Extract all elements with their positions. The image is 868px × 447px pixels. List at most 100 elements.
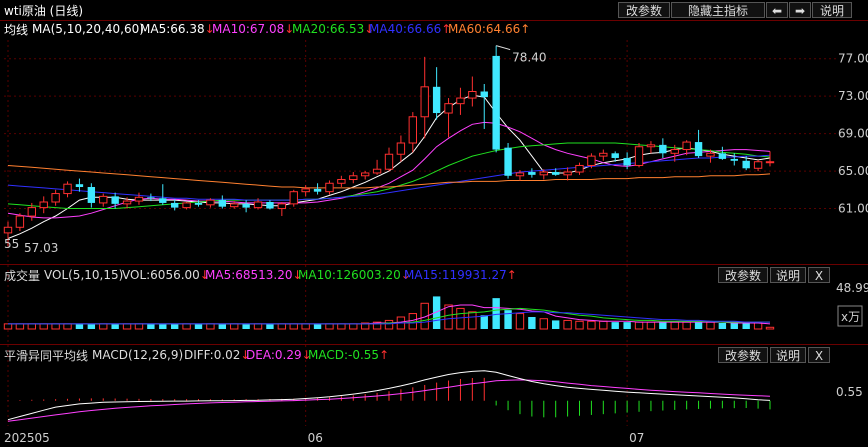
- candle-body: [170, 202, 179, 208]
- volume-bar: [3, 323, 13, 330]
- volume-bar: [277, 323, 287, 330]
- candle-body: [682, 141, 691, 151]
- candle-body: [75, 184, 84, 188]
- candle-body: [742, 160, 750, 169]
- volume-bar: [753, 322, 763, 330]
- candle-body: [206, 199, 215, 206]
- chart-canvas: 61.00 65.00 69.00 73.00 77.00 78.40 57.03 55 48.…: [3, 40, 868, 445]
- volume-bar: [99, 323, 108, 330]
- candle-body: [515, 172, 525, 177]
- volume-bar: [325, 323, 334, 330]
- volume-bar: [730, 322, 738, 329]
- volume-bar: [266, 323, 274, 329]
- candle-body: [456, 97, 465, 105]
- volume-bar: [206, 323, 215, 330]
- candle-body: [396, 142, 406, 155]
- volume-bar: [51, 323, 60, 330]
- volume-bar: [492, 298, 500, 329]
- volume-bar: [670, 321, 679, 330]
- candle-body: [147, 197, 155, 199]
- candle-body: [159, 198, 167, 203]
- candle-body: [432, 86, 441, 114]
- candle-body: [63, 183, 72, 195]
- candle-body: [587, 155, 596, 166]
- volume-bar: [39, 323, 48, 330]
- candle-body: [325, 182, 334, 193]
- candle-body: [694, 142, 703, 157]
- candle-body: [528, 172, 536, 175]
- volume-bar: [111, 323, 119, 329]
- volume-unit: x万: [841, 310, 860, 324]
- volume-bar: [551, 320, 560, 329]
- volume-bar: [765, 326, 775, 330]
- volume-bar: [694, 322, 703, 329]
- volume-bar: [242, 323, 250, 329]
- candle-body: [39, 201, 48, 209]
- candle-body: [111, 196, 119, 204]
- candle-body: [122, 200, 132, 205]
- volume-bar: [218, 323, 227, 329]
- candle-body: [349, 175, 358, 181]
- volume-bar: [349, 323, 358, 330]
- candle-body: [313, 188, 322, 192]
- candle-body: [444, 103, 453, 114]
- candle-body: [3, 226, 13, 234]
- candle-body: [337, 179, 346, 184]
- volume-bar: [515, 313, 525, 330]
- candle-body: [575, 164, 584, 173]
- volume-bar: [587, 320, 596, 330]
- candle-body: [408, 116, 418, 144]
- volume-bar: [480, 315, 488, 329]
- low-label: 57.03: [24, 241, 58, 255]
- volume-bar: [289, 323, 298, 330]
- candle-body: [659, 144, 667, 154]
- volume-bar: [742, 322, 750, 329]
- macd-axis-label: 0.55: [836, 385, 863, 399]
- x-tick-label: 07: [629, 431, 644, 445]
- candle-body: [253, 201, 263, 209]
- volume-bar: [15, 323, 25, 330]
- candle-body: [706, 152, 715, 157]
- candle-body: [563, 171, 572, 176]
- candle-body: [301, 188, 310, 193]
- candle-body: [277, 203, 287, 210]
- candle-body: [718, 153, 727, 159]
- y-tick-label: 69.00: [838, 127, 868, 141]
- candle-body: [289, 191, 298, 205]
- candle-body: [384, 153, 394, 170]
- volume-bar: [313, 323, 322, 329]
- volume-bar: [147, 323, 155, 329]
- x-tick-label: 06: [308, 431, 323, 445]
- volume-bar: [634, 321, 644, 330]
- volume-axis-top: 48.99: [836, 281, 868, 295]
- volume-bar: [337, 323, 346, 330]
- candle-body: [504, 147, 512, 176]
- volume-bar: [611, 322, 619, 329]
- volume-bar: [706, 321, 715, 330]
- volume-bar: [599, 320, 608, 330]
- volume-bar: [122, 323, 132, 330]
- candle-body: [611, 153, 619, 158]
- volume-bar: [659, 322, 667, 329]
- volume-bar: [456, 307, 465, 330]
- candle-body: [468, 91, 477, 99]
- candle-body: [51, 193, 60, 203]
- candle-body: [551, 172, 560, 175]
- candle-body: [623, 157, 631, 166]
- candle-body: [230, 203, 239, 208]
- x-tick-label: 202505: [4, 431, 50, 445]
- y-tick-label: 73.00: [838, 89, 868, 103]
- candle-body: [372, 168, 382, 174]
- volume-bar: [384, 319, 394, 330]
- volume-bar: [27, 323, 37, 330]
- candle-body: [266, 201, 274, 209]
- high-label: 78.40: [512, 51, 546, 65]
- y-tick-label: 61.00: [838, 202, 868, 216]
- candle-body: [634, 146, 644, 166]
- volume-bar: [468, 311, 477, 330]
- volume-bar: [528, 316, 536, 329]
- volume-bar: [301, 323, 310, 330]
- volume-bar: [87, 323, 96, 329]
- candle-body: [360, 172, 370, 177]
- y-tick-label: 77.00: [838, 52, 868, 66]
